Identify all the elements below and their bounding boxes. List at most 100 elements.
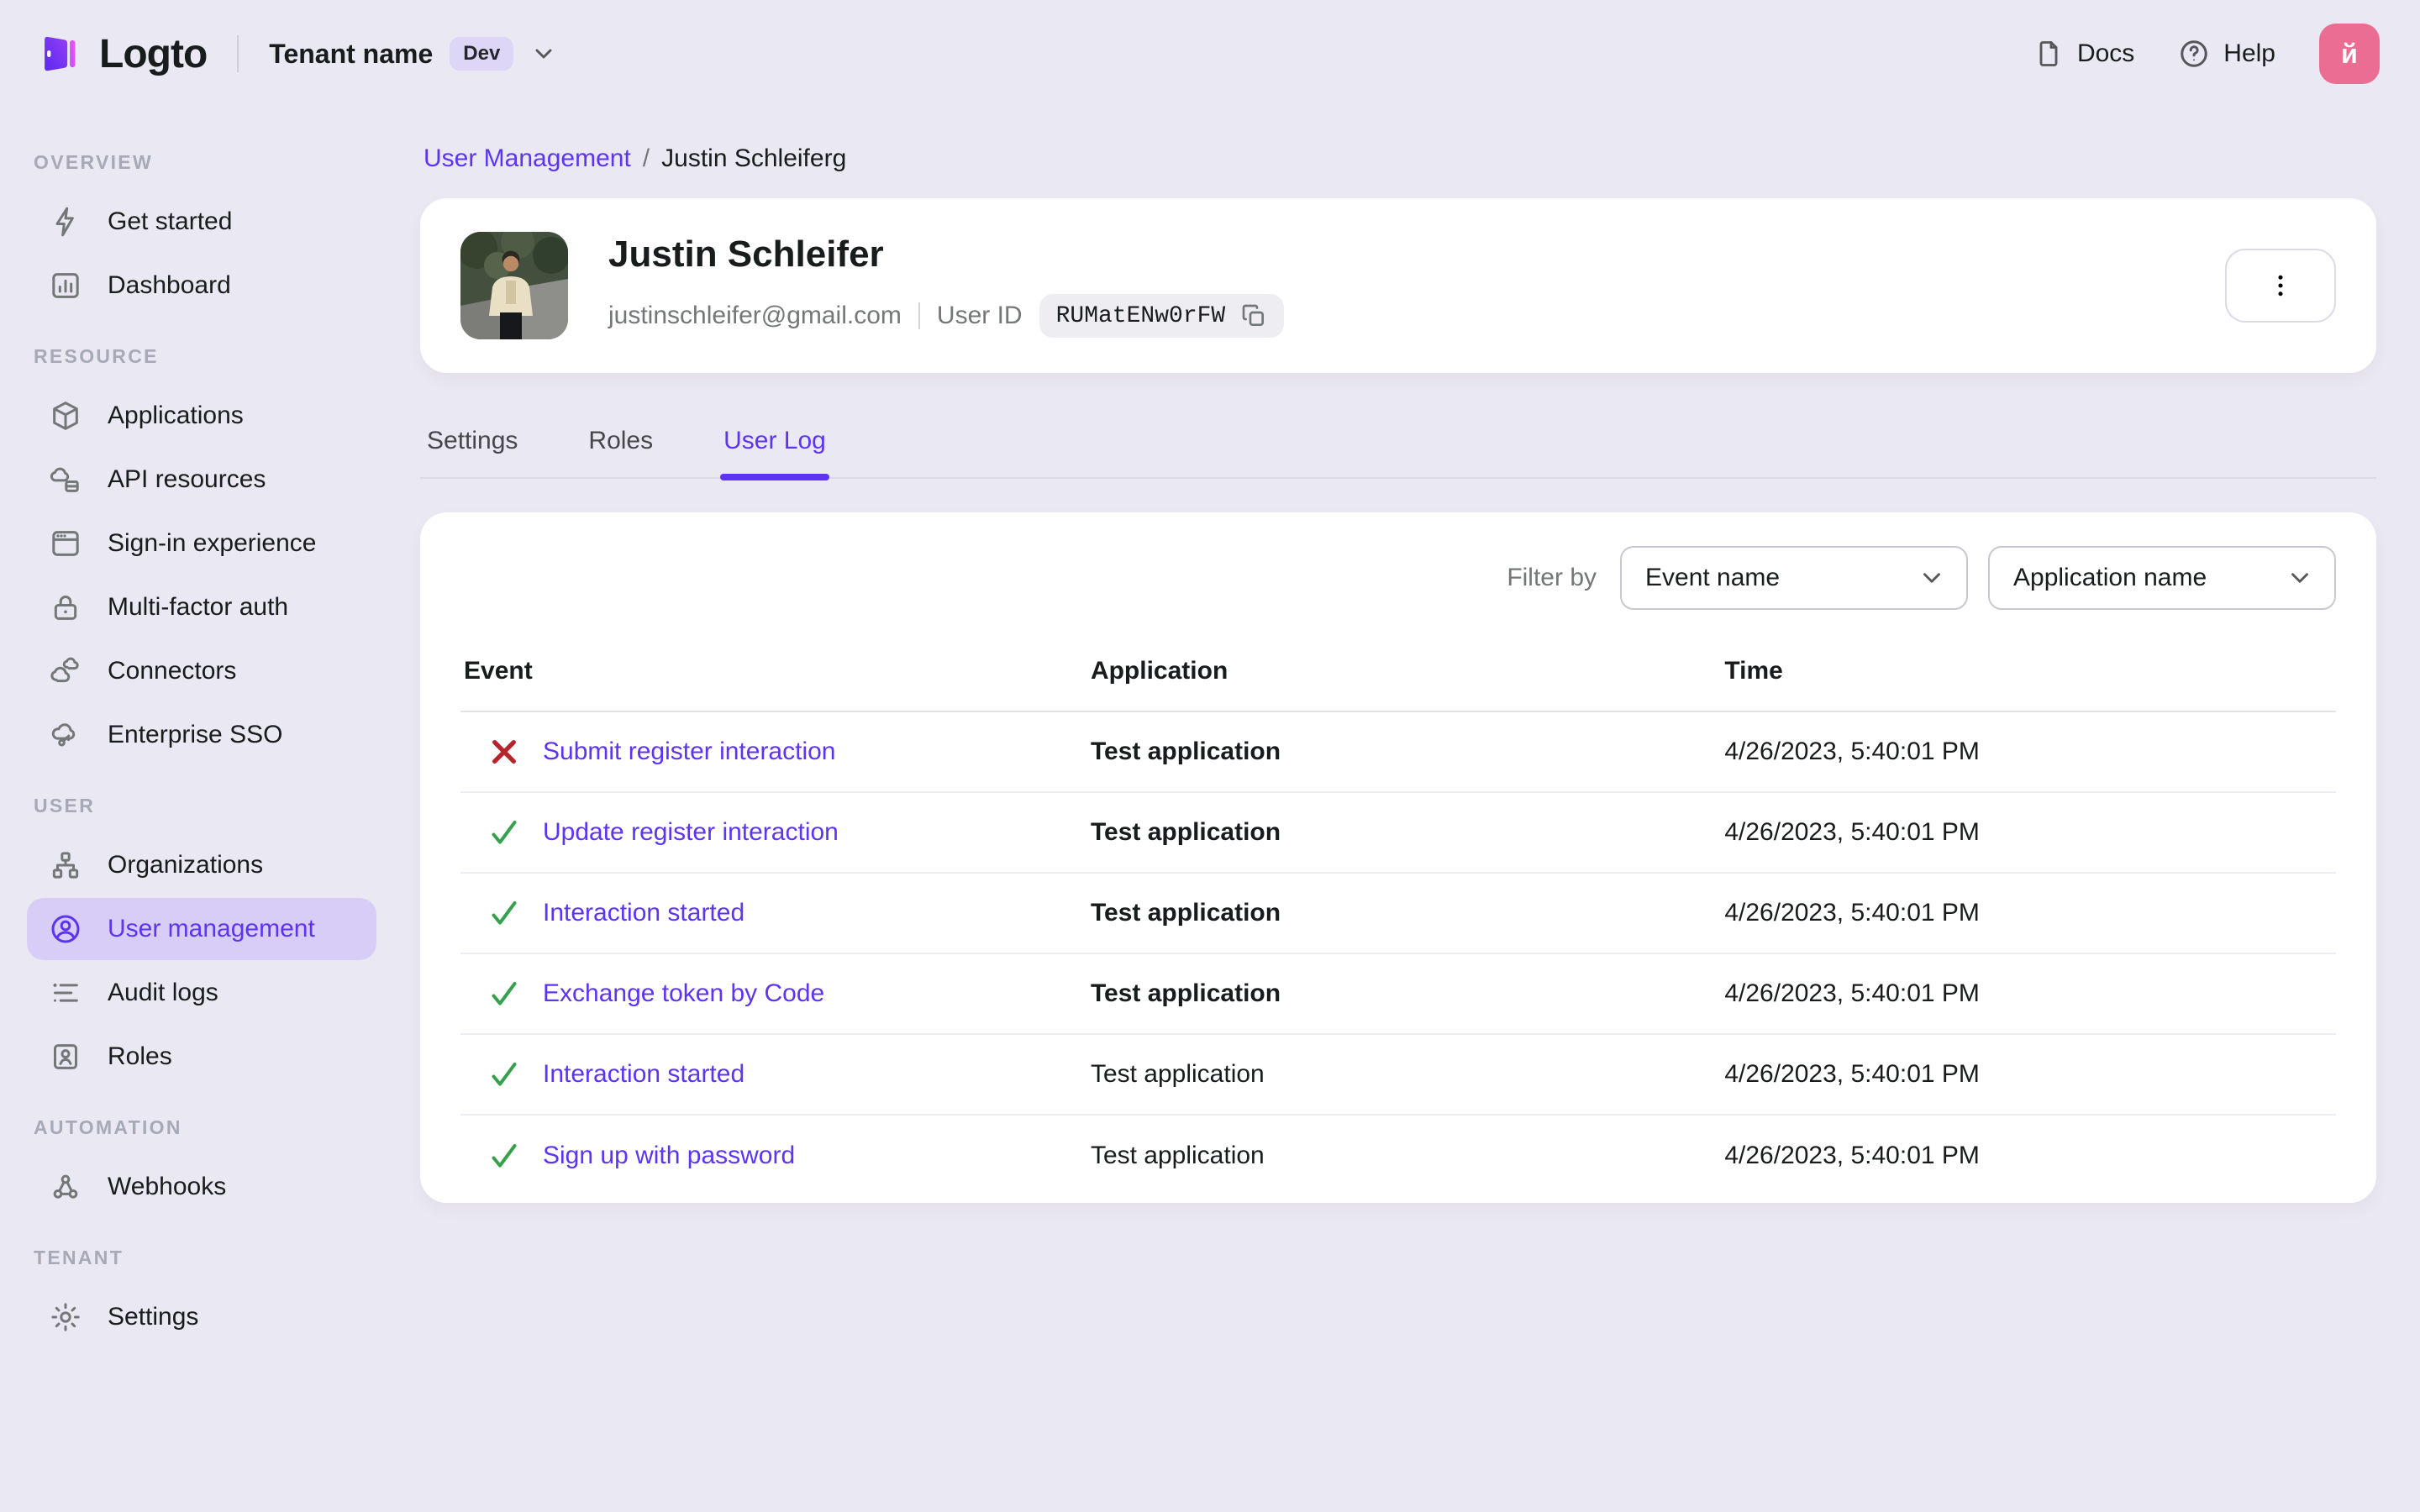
user-avatar[interactable]: й bbox=[2319, 24, 2380, 84]
event-name-filter-dropdown[interactable]: Event name bbox=[1620, 546, 1968, 610]
application-cell: Test application bbox=[1090, 818, 1281, 846]
api-resource-icon bbox=[49, 463, 82, 496]
tab-user-log[interactable]: User Log bbox=[720, 413, 829, 480]
event-link[interactable]: Interaction started bbox=[543, 899, 744, 927]
tenant-selector[interactable]: Tenant name Dev bbox=[269, 37, 557, 71]
application-cell: Test application bbox=[1090, 1142, 1265, 1169]
application-cell: Test application bbox=[1090, 899, 1281, 927]
cloud-key-icon bbox=[49, 718, 82, 752]
tab-settings[interactable]: Settings bbox=[424, 413, 521, 477]
user-id-label: User ID bbox=[936, 302, 1023, 329]
sidebar-item-multi-factor-auth[interactable]: Multi-factor auth bbox=[27, 576, 376, 638]
sidebar-item-enterprise-sso[interactable]: Enterprise SSO bbox=[27, 704, 376, 766]
error-cross-icon bbox=[487, 735, 521, 769]
time-cell: 4/26/2023, 5:40:01 PM bbox=[1724, 818, 1980, 846]
sidebar-item-label: User management bbox=[108, 915, 315, 942]
section-header-tenant: TENANT bbox=[34, 1247, 124, 1268]
sidebar-item-label: Settings bbox=[108, 1303, 199, 1331]
list-icon bbox=[49, 976, 82, 1010]
help-label: Help bbox=[2223, 39, 2275, 67]
time-cell: 4/26/2023, 5:40:01 PM bbox=[1724, 1142, 1980, 1169]
chevron-down-icon bbox=[2286, 564, 2314, 592]
table-row: Update register interaction Test applica… bbox=[460, 793, 2336, 874]
logto-logo-icon bbox=[34, 29, 84, 79]
time-cell: 4/26/2023, 5:40:01 PM bbox=[1724, 979, 1980, 1007]
time-cell: 4/26/2023, 5:40:01 PM bbox=[1724, 738, 1980, 765]
sidebar: OVERVIEW Get started Dashboard RESOURCE … bbox=[0, 108, 403, 1512]
sidebar-item-label: Connectors bbox=[108, 657, 237, 685]
tab-bar: Settings Roles User Log bbox=[420, 413, 2376, 480]
sidebar-item-webhooks[interactable]: Webhooks bbox=[27, 1156, 376, 1218]
sidebar-item-label: Get started bbox=[108, 207, 233, 235]
table-row: Sign up with password Test application 4… bbox=[460, 1116, 2336, 1196]
tenant-env-badge: Dev bbox=[450, 37, 514, 71]
logo-wordmark: Logto bbox=[99, 31, 208, 76]
breadcrumb-user-management-link[interactable]: User Management bbox=[424, 144, 631, 173]
chevron-down-icon bbox=[1918, 564, 1946, 592]
lock-icon bbox=[49, 591, 82, 624]
sidebar-item-label: Applications bbox=[108, 402, 244, 429]
event-link[interactable]: Sign up with password bbox=[543, 1142, 795, 1170]
table-row: Interaction started Test application 4/2… bbox=[460, 874, 2336, 954]
application-name-filter-value: Application name bbox=[2013, 564, 2207, 591]
application-name-filter-dropdown[interactable]: Application name bbox=[1988, 546, 2336, 610]
docs-button[interactable]: Docs bbox=[2033, 39, 2134, 69]
help-button[interactable]: Help bbox=[2178, 38, 2275, 70]
user-photo bbox=[460, 232, 568, 339]
sidebar-item-organizations[interactable]: Organizations bbox=[27, 834, 376, 896]
sidebar-item-connectors[interactable]: Connectors bbox=[27, 640, 376, 702]
event-link[interactable]: Update register interaction bbox=[543, 818, 839, 847]
sidebar-item-audit-logs[interactable]: Audit logs bbox=[27, 962, 376, 1024]
column-header-time: Time bbox=[1724, 657, 1783, 685]
logto-logo[interactable]: Logto bbox=[34, 29, 208, 79]
question-circle-icon bbox=[2178, 38, 2210, 70]
sidebar-item-api-resources[interactable]: API resources bbox=[27, 449, 376, 511]
sidebar-item-label: Dashboard bbox=[108, 271, 231, 299]
more-actions-button[interactable] bbox=[2225, 249, 2336, 323]
filter-by-label: Filter by bbox=[1507, 564, 1597, 591]
main-content: User Management / Justin Schleiferg Just… bbox=[403, 108, 2420, 1512]
sidebar-item-label: Sign-in experience bbox=[108, 529, 317, 557]
tab-roles[interactable]: Roles bbox=[585, 413, 656, 477]
event-link[interactable]: Interaction started bbox=[543, 1060, 744, 1089]
copy-icon bbox=[1240, 302, 1267, 329]
user-header-card: Justin Schleifer justinschleifer@gmail.c… bbox=[420, 198, 2376, 373]
sidebar-item-roles[interactable]: Roles bbox=[27, 1026, 376, 1088]
cube-icon bbox=[49, 399, 82, 433]
sidebar-item-user-management[interactable]: User management bbox=[27, 898, 376, 960]
breadcrumb: User Management / Justin Schleiferg bbox=[424, 144, 2376, 173]
lightning-icon bbox=[49, 205, 82, 239]
event-link[interactable]: Exchange token by Code bbox=[543, 979, 824, 1008]
event-name-filter-value: Event name bbox=[1645, 564, 1781, 591]
breadcrumb-separator: / bbox=[642, 144, 650, 172]
clouds-icon bbox=[49, 654, 82, 688]
success-check-icon bbox=[487, 1058, 521, 1091]
meta-divider bbox=[918, 302, 920, 329]
sidebar-item-dashboard[interactable]: Dashboard bbox=[27, 255, 376, 317]
sidebar-item-label: Audit logs bbox=[108, 979, 218, 1006]
application-cell: Test application bbox=[1090, 738, 1281, 765]
sidebar-item-sign-in-experience[interactable]: Sign-in experience bbox=[27, 512, 376, 575]
user-log-table: Event Application Time Submit register i… bbox=[460, 640, 2336, 1196]
event-link[interactable]: Submit register interaction bbox=[543, 738, 836, 766]
sidebar-item-get-started[interactable]: Get started bbox=[27, 191, 376, 253]
gear-icon bbox=[49, 1300, 82, 1334]
breadcrumb-current: Justin Schleiferg bbox=[661, 144, 847, 172]
docs-label: Docs bbox=[2076, 39, 2135, 67]
id-card-icon bbox=[49, 1040, 82, 1074]
sidebar-item-settings[interactable]: Settings bbox=[27, 1286, 376, 1348]
sidebar-item-label: Multi-factor auth bbox=[108, 593, 289, 621]
user-log-panel: Filter by Event name Application name Ev… bbox=[420, 512, 2376, 1203]
column-header-event: Event bbox=[464, 657, 533, 685]
topbar-divider bbox=[237, 35, 239, 72]
section-header-resource: RESOURCE bbox=[34, 345, 159, 367]
application-cell: Test application bbox=[1090, 1060, 1265, 1088]
user-id-chip[interactable]: RUMatENw0rFW bbox=[1039, 294, 1285, 338]
webhook-icon bbox=[49, 1170, 82, 1204]
topbar: Logto Tenant name Dev Docs Help й bbox=[0, 0, 2420, 108]
success-check-icon bbox=[487, 896, 521, 930]
org-chart-icon bbox=[49, 848, 82, 882]
sidebar-item-applications[interactable]: Applications bbox=[27, 385, 376, 447]
user-email: justinschleifer@gmail.com bbox=[608, 302, 902, 329]
sidebar-item-label: API resources bbox=[108, 465, 266, 493]
